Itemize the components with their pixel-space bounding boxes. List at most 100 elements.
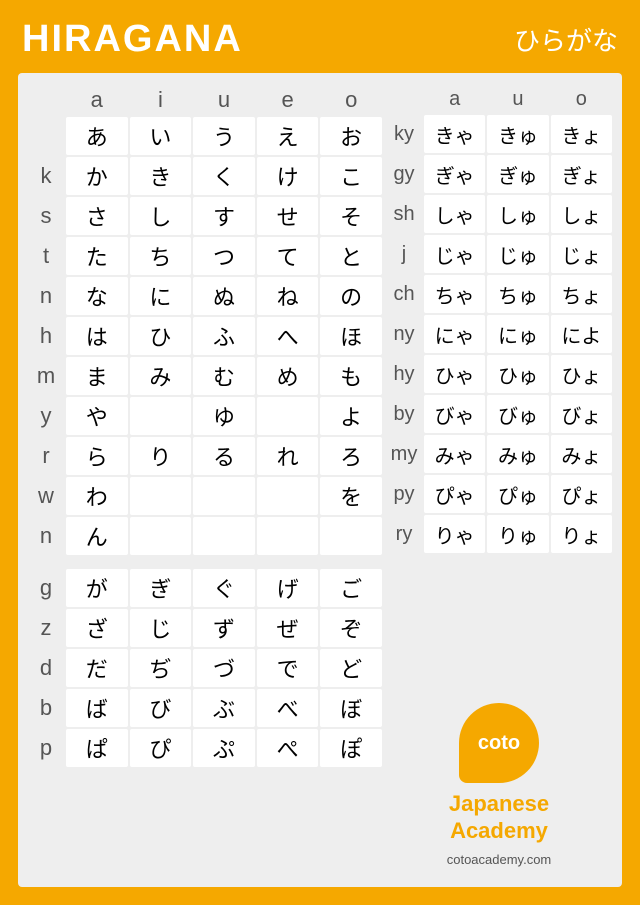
table-cell: ね [257,277,319,315]
table-cell: ぢ [130,649,192,687]
table-row: py ぴゃ ぴゅ ぴょ [386,475,612,513]
table-cell: と [320,237,382,275]
table-cell: ど [320,649,382,687]
table-cell: さ [66,197,128,235]
table-cell: づ [193,649,255,687]
page-title: HIRAGANA [22,18,243,61]
row-label: z [28,609,64,647]
table-row: my みゃ みゅ みょ [386,435,612,473]
table-cell: ぱ [66,729,128,767]
table-cell: め [257,357,319,395]
table-cell: しゃ [424,195,485,233]
table-row: n な に ぬ ね の [28,277,382,315]
table-cell: みょ [551,435,612,473]
row-label: s [28,197,64,235]
table-cell [130,477,192,515]
table-cell: ひ [130,317,192,355]
table-cell: を [320,477,382,515]
table-cell: ぎゅ [487,155,548,193]
row-label: ch [386,275,422,313]
table-cell: ふ [193,317,255,355]
row-label: h [28,317,64,355]
row-label: ry [386,515,422,553]
table-cell: みゃ [424,435,485,473]
table-cell: しょ [551,195,612,233]
table-cell: く [193,157,255,195]
row-label: hy [386,355,422,393]
table-cell [257,477,319,515]
table-row: hy ひゃ ひゅ ひょ [386,355,612,393]
table-cell: あ [66,117,128,155]
table-cell: ず [193,609,255,647]
table-cell: す [193,197,255,235]
logo-bubble-text: coto [478,732,520,755]
combo-col-u: u [487,85,548,113]
table-cell [193,517,255,555]
table-cell: げ [257,569,319,607]
table-cell: ん [66,517,128,555]
table-cell: ぽ [320,729,382,767]
table-cell: は [66,317,128,355]
table-row: d だ ぢ づ で ど [28,649,382,687]
table-row: j じゃ じゅ じょ [386,235,612,273]
table-cell: きゅ [487,115,548,153]
logo-bubble: coto [459,703,539,783]
table-cell: ご [320,569,382,607]
page-container: HIRAGANA ひらがな a i u e o あ い う [0,0,640,905]
row-label: p [28,729,64,767]
row-label: m [28,357,64,395]
logo-name: Japanese Academy [449,791,549,844]
table-cell: も [320,357,382,395]
table-row: sh しゃ しゅ しょ [386,195,612,233]
table-row: b ば び ぶ べ ぼ [28,689,382,727]
table-cell: て [257,237,319,275]
row-label: py [386,475,422,513]
content-area: a i u e o あ い う え お k か き [18,73,622,887]
table-row: z ざ じ ず ぜ ぞ [28,609,382,647]
combo-col-a: a [424,85,485,113]
table-cell: か [66,157,128,195]
row-label: n [28,277,64,315]
page-title-jp: ひらがな [514,21,618,58]
table-cell: に [130,277,192,315]
table-cell: び [130,689,192,727]
table-row: r ら り る れ ろ [28,437,382,475]
row-label: ny [386,315,422,353]
table-cell: ざ [66,609,128,647]
table-cell: た [66,237,128,275]
table-cell: ぎ [130,569,192,607]
table-cell: ぬ [193,277,255,315]
row-label: my [386,435,422,473]
table-cell: や [66,397,128,435]
table-cell: びゅ [487,395,548,433]
table-cell: ぶ [193,689,255,727]
table-row: t た ち つ て と [28,237,382,275]
table-cell: ひゅ [487,355,548,393]
table-cell: ゆ [193,397,255,435]
table-cell: み [130,357,192,395]
table-cell: せ [257,197,319,235]
table-cell: ぴ [130,729,192,767]
table-cell: にゅ [487,315,548,353]
table-cell: びょ [551,395,612,433]
table-row: ch ちゃ ちゅ ちょ [386,275,612,313]
table-row: n ん [28,517,382,555]
table-cell: ぴゅ [487,475,548,513]
table-row: k か き く け こ [28,157,382,195]
table-cell: きょ [551,115,612,153]
table-cell: そ [320,197,382,235]
table-cell: ぺ [257,729,319,767]
row-label: t [28,237,64,275]
table-cell: ぜ [257,609,319,647]
table-cell: き [130,157,192,195]
table-cell: ぴゃ [424,475,485,513]
col-header-i: i [130,85,192,115]
table-cell: れ [257,437,319,475]
table-cell: びゃ [424,395,485,433]
logo-url: cotoacademy.com [447,852,552,867]
table-cell: りゃ [424,515,485,553]
table-cell: よ [320,397,382,435]
table-row: s さ し す せ そ [28,197,382,235]
table-cell [130,517,192,555]
table-cell: ちょ [551,275,612,313]
